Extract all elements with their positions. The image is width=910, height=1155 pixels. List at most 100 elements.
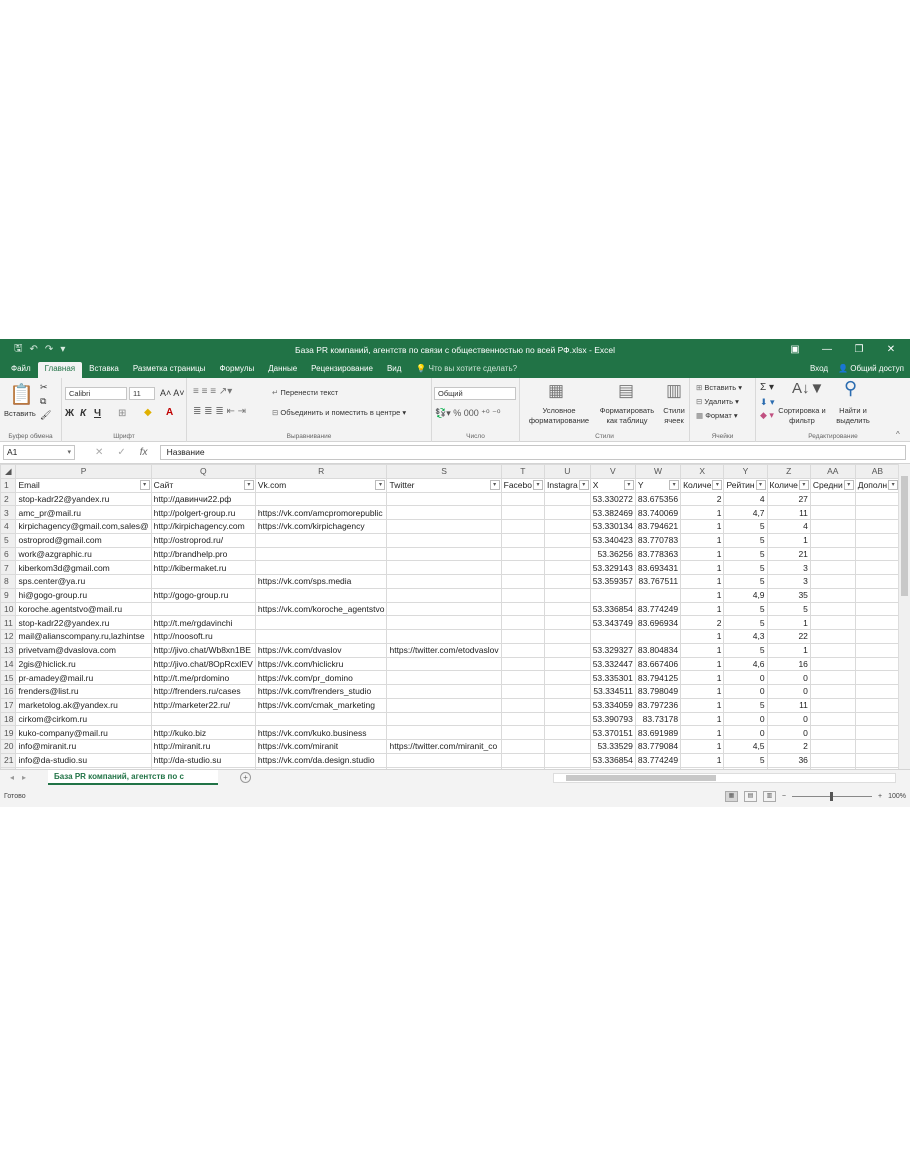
cell[interactable] (809, 546, 856, 562)
cell[interactable]: 36 (766, 752, 811, 768)
cell[interactable]: 53.336854 (589, 601, 636, 617)
cell[interactable]: 1 (766, 642, 811, 658)
cell[interactable] (254, 711, 388, 727)
signin-link[interactable]: Вход (810, 362, 828, 378)
cell[interactable]: 83.794125 (634, 670, 682, 685)
cell[interactable]: 5 (723, 601, 768, 617)
cell[interactable]: 11 (766, 505, 811, 520)
clear-icon[interactable]: ◆ ▾ (760, 410, 774, 421)
header-cell[interactable]: Дополн ▾ (854, 477, 901, 493)
cell[interactable] (809, 519, 856, 534)
filter-dropdown-icon[interactable]: ▾ (623, 479, 634, 490)
filter-dropdown-icon[interactable]: ▾ (669, 479, 680, 490)
cell[interactable] (543, 642, 591, 658)
cell[interactable] (854, 601, 901, 617)
cell[interactable] (809, 739, 856, 754)
row-header[interactable]: 19 (0, 725, 17, 740)
cell[interactable]: 1 (680, 670, 725, 685)
header-cell[interactable]: Email ▾ (15, 477, 152, 493)
cell[interactable] (809, 752, 856, 768)
cell[interactable]: stop-kadr22@yandex.ru (15, 491, 152, 507)
cell[interactable]: http://noosoft.ru (150, 629, 256, 644)
column-header[interactable]: Y (723, 464, 768, 479)
cell[interactable] (386, 532, 502, 548)
prev-sheet-icon[interactable]: ◂ (10, 773, 14, 782)
cell[interactable] (634, 629, 682, 644)
cell[interactable]: 53.334059 (589, 697, 636, 713)
conditional-format-icon[interactable]: ▦ (548, 381, 564, 401)
cell[interactable] (500, 491, 545, 507)
cell[interactable]: kiberkom3d@gmail.com (15, 560, 152, 575)
cell[interactable]: 53.332447 (589, 656, 636, 672)
fill-icon[interactable]: ⬇ ▾ (760, 397, 775, 408)
cell[interactable]: 53.343749 (589, 615, 636, 630)
font-size-select[interactable]: 11 (129, 387, 155, 400)
filter-dropdown-icon[interactable]: ▾ (375, 479, 386, 490)
header-cell[interactable]: Сайт ▾ (150, 477, 256, 493)
italic-icon[interactable]: К (80, 408, 86, 419)
cell[interactable] (386, 574, 502, 589)
row-header[interactable]: 4 (0, 519, 17, 534)
cell[interactable] (386, 601, 502, 617)
cell[interactable] (809, 642, 856, 658)
row-header[interactable]: 13 (0, 642, 17, 658)
cell[interactable]: 4,6 (723, 656, 768, 672)
cell[interactable]: 1 (680, 752, 725, 768)
cell[interactable]: 83.774249 (634, 752, 682, 768)
row-header[interactable]: 21 (0, 752, 17, 768)
cell[interactable] (809, 560, 856, 575)
cell[interactable]: 83.767511 (634, 574, 682, 589)
format-cells-button[interactable]: ▦ Формат ▾ (696, 411, 738, 420)
column-header[interactable]: W (634, 464, 682, 479)
cell[interactable] (500, 587, 545, 603)
autosum-icon[interactable]: Σ ▾ (760, 382, 774, 393)
row-header[interactable]: 2 (0, 491, 17, 507)
cell[interactable]: 0 (723, 725, 768, 740)
cell[interactable] (543, 587, 591, 603)
cell[interactable]: 5 (723, 546, 768, 562)
cell[interactable] (854, 587, 901, 603)
cell[interactable]: kirpichagency@gmail.com,sales@ (15, 519, 152, 534)
zoom-out-icon[interactable]: − (782, 793, 786, 800)
cell[interactable]: 53.329327 (589, 642, 636, 658)
cell[interactable]: 83.794621 (634, 519, 682, 534)
cell[interactable] (854, 697, 901, 713)
cell[interactable]: https://vk.com/amcpromorepublic (254, 505, 388, 520)
cell[interactable]: http://jivo.chat/8OpRcxIEV (150, 656, 256, 672)
cell[interactable]: 5 (723, 752, 768, 768)
cell[interactable] (543, 739, 591, 754)
cell[interactable] (809, 601, 856, 617)
cell[interactable] (386, 697, 502, 713)
header-cell[interactable]: Facebo ▾ (500, 477, 545, 493)
cell[interactable]: 5 (766, 601, 811, 617)
cell[interactable]: http://frenders.ru/cases (150, 684, 256, 699)
cell[interactable]: 4 (723, 491, 768, 507)
cell[interactable]: 1 (680, 684, 725, 699)
cell[interactable]: 5 (723, 642, 768, 658)
cell[interactable] (500, 629, 545, 644)
cell[interactable]: 53.33529 (589, 739, 636, 754)
cell[interactable]: 0 (766, 684, 811, 699)
cell[interactable] (854, 739, 901, 754)
cell[interactable] (809, 670, 856, 685)
column-header[interactable]: AB (854, 464, 901, 479)
cell[interactable]: 35 (766, 587, 811, 603)
cell[interactable] (386, 615, 502, 630)
row-header[interactable]: 10 (0, 601, 17, 617)
row-header[interactable]: 9 (0, 587, 17, 603)
cell[interactable]: mail@alianscompany.ru,lazhintse (15, 629, 152, 644)
filter-dropdown-icon[interactable]: ▾ (888, 479, 899, 490)
column-header[interactable]: AA (809, 464, 856, 479)
cell[interactable]: 1 (680, 711, 725, 727)
cell[interactable]: 53.36256 (589, 546, 636, 562)
vertical-scrollbar[interactable] (898, 464, 910, 769)
cell[interactable]: 83.770783 (634, 532, 682, 548)
cell[interactable]: marketolog.ak@yandex.ru (15, 697, 152, 713)
undo-icon[interactable]: ↶ (30, 344, 38, 355)
cell[interactable]: 1 (680, 739, 725, 754)
cell[interactable] (386, 656, 502, 672)
cell[interactable] (543, 519, 591, 534)
paste-button[interactable]: Вставить (4, 409, 36, 418)
cell[interactable]: info@miranit.ru (15, 739, 152, 754)
cell[interactable] (543, 656, 591, 672)
